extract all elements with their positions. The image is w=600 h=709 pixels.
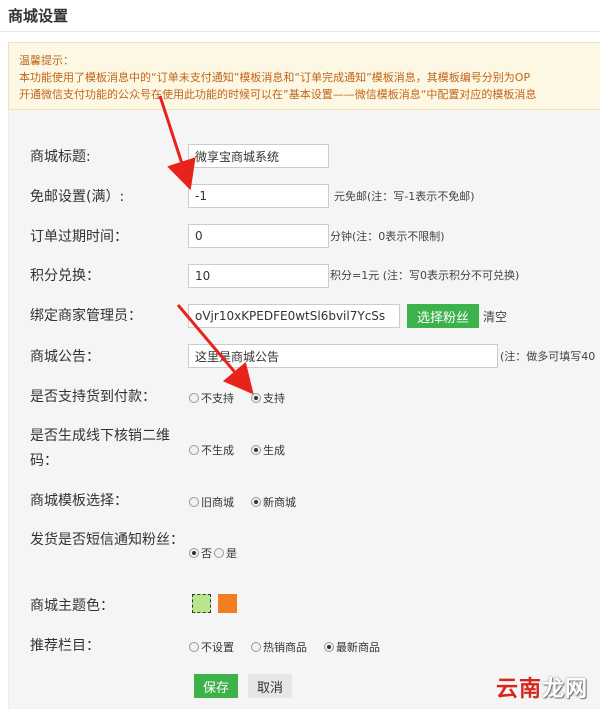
recommend-label: 推荐栏目： [30,638,100,654]
free-shipping-input[interactable] [188,184,329,208]
notice-line-1: 本功能使用了模板消息中的“订单未支付通知”模板消息和“订单完成通知”模板消息，其… [19,71,531,84]
recommend-option-hot[interactable]: 热销商品 [251,639,307,655]
cod-label: 是否支持货到付款： [30,389,156,405]
radio-checked-icon [251,393,261,403]
save-button[interactable]: 保存 [194,674,238,698]
qrcode-radio-group: 不生成 生成 [189,442,292,458]
sms-notify-label: 发货是否短信通知粉丝： [30,532,184,548]
points-input[interactable] [188,264,329,288]
sms-notify-radio-group: 否 是 [189,545,244,561]
radio-icon [189,497,199,507]
radio-checked-icon [324,642,334,652]
sms-option-yes[interactable]: 是 [214,545,237,561]
notice-box: 温馨提示： 本功能使用了模板消息中的“订单未支付通知”模板消息和“订单完成通知”… [8,42,600,110]
theme-color-swatch-green[interactable] [192,594,211,613]
free-shipping-label: 免邮设置(满）: [30,189,125,205]
clear-link[interactable]: 清空 [483,309,507,325]
points-note: 积分=1元 (注：写0表示积分不可兑换) [330,269,520,282]
qrcode-label: 是否生成线下核销二维码： [30,428,170,469]
bind-admin-input[interactable] [188,304,400,328]
announcement-note: (注：做多可填写40 [500,350,596,363]
radio-icon [189,393,199,403]
order-expire-input[interactable] [188,224,329,248]
radio-icon [189,445,199,455]
announcement-label: 商城公告： [30,349,100,365]
recommend-option-new[interactable]: 最新商品 [324,639,380,655]
radio-icon [214,548,224,558]
template-label: 商城模板选择： [30,493,128,509]
announcement-input[interactable] [188,344,498,368]
radio-checked-icon [251,445,261,455]
recommend-radio-group: 不设置 热销商品 最新商品 [189,639,387,655]
sms-option-no[interactable]: 否 [189,545,212,561]
select-fans-button[interactable]: 选择粉丝 [407,304,479,328]
title-divider [0,31,600,32]
free-shipping-note: 元免邮(注：写-1表示不免邮) [334,190,475,203]
template-option-new[interactable]: 新商城 [251,494,296,510]
radio-checked-icon [189,548,199,558]
notice-line-2: 开通微信支付功能的公众号在使用此功能的时候可以在”基本设置——微信模板消息“中配… [19,88,537,101]
recommend-option-none[interactable]: 不设置 [189,639,234,655]
qrcode-option-no[interactable]: 不生成 [189,442,234,458]
order-expire-label: 订单过期时间： [30,229,128,245]
theme-color-label: 商城主题色： [30,598,114,614]
shop-title-label: 商城标题: [30,149,91,165]
qrcode-option-yes[interactable]: 生成 [251,442,285,458]
cod-radio-group: 不支持 支持 [189,390,292,406]
notice-heading: 温馨提示： [19,54,74,67]
template-option-old[interactable]: 旧商城 [189,494,234,510]
cod-option-no[interactable]: 不支持 [189,390,234,406]
page-title: 商城设置 [8,7,69,25]
order-expire-note: 分钟(注：0表示不限制) [330,230,445,243]
cancel-button[interactable]: 取消 [248,674,292,698]
theme-color-swatch-orange[interactable] [218,594,237,613]
radio-icon [251,642,261,652]
cod-option-yes[interactable]: 支持 [251,390,285,406]
bind-admin-label: 绑定商家管理员： [30,308,142,324]
shop-title-input[interactable] [188,144,329,168]
points-label: 积分兑换： [30,268,100,284]
watermark-logo: 云南龙网 [495,677,588,702]
template-radio-group: 旧商城 新商城 [189,494,303,510]
radio-icon [189,642,199,652]
radio-checked-icon [251,497,261,507]
